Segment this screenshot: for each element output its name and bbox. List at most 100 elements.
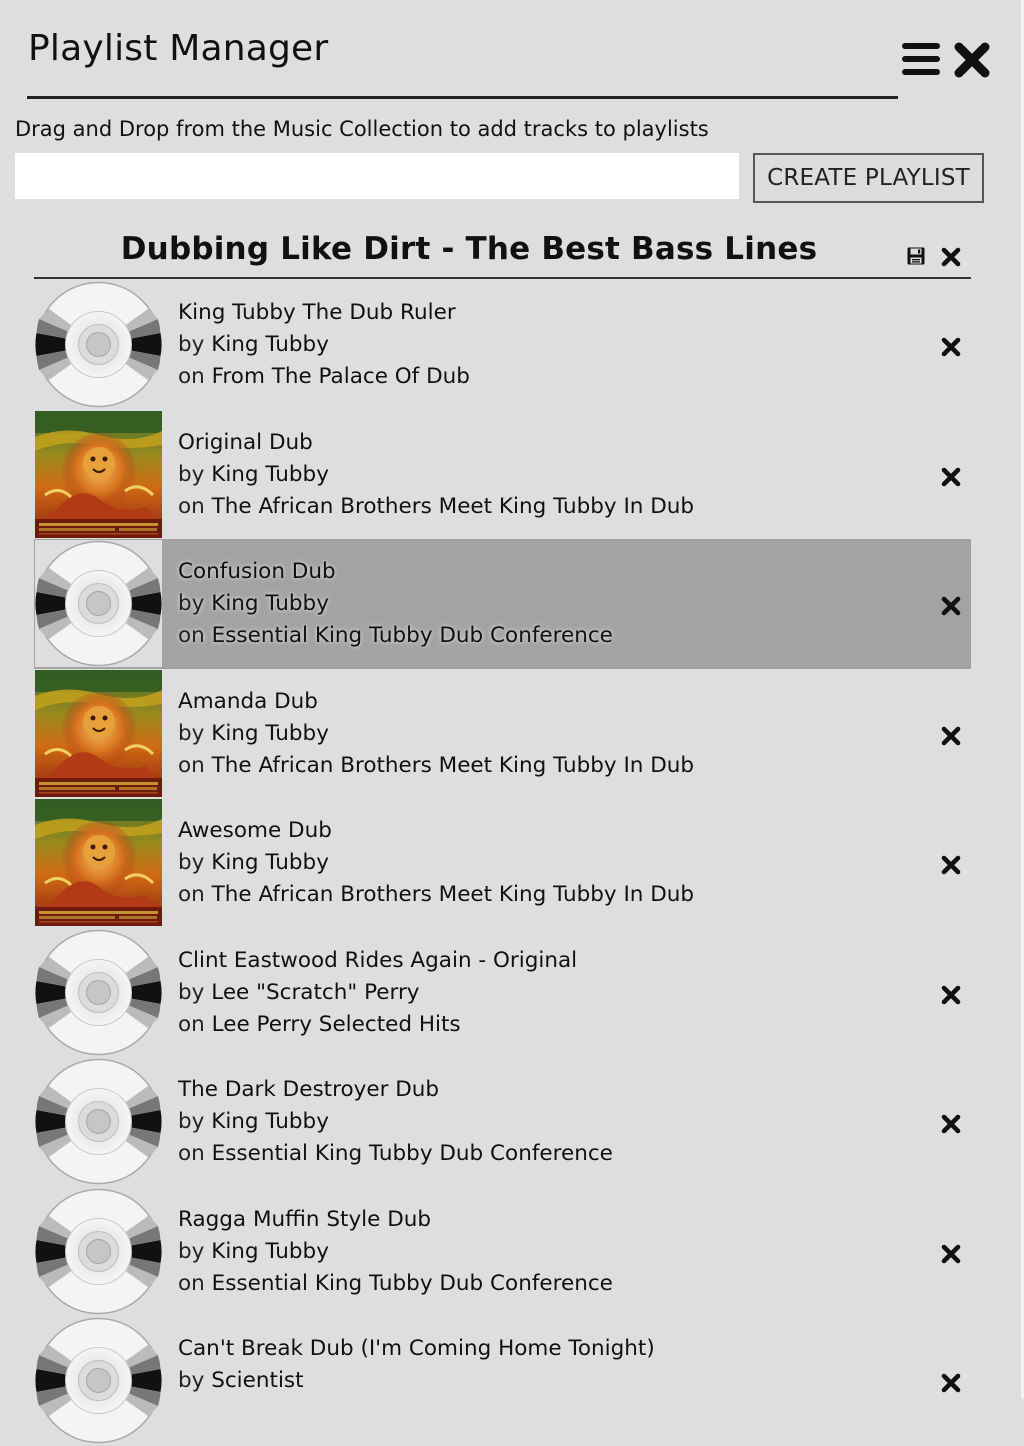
track-info: King Tubby The Dub Ruler by King Tubby on … [178, 297, 470, 393]
track-artist-line: by Scientist [178, 1365, 655, 1397]
track-title: Awesome Dub [178, 818, 332, 843]
remove-track-icon[interactable] [941, 855, 961, 875]
track-artist-line: by Lee "Scratch" Perry [178, 977, 577, 1009]
track-artist: King Tubby [211, 1109, 329, 1134]
track-artist-line: by King Tubby [178, 329, 470, 361]
track-row[interactable]: Confusion Dub by King Tubby on Essential K… [34, 539, 971, 669]
on-prefix: on [178, 752, 205, 778]
playlist-title: Dubbing Like Dirt - The Best Bass Lines [120, 231, 818, 267]
track-artist: Scientist [211, 1368, 304, 1393]
track-row[interactable]: Awesome Dub by King Tubby on The African B… [34, 798, 971, 928]
remove-track-icon[interactable] [941, 337, 961, 357]
track-artist-line: by King Tubby [178, 1106, 613, 1138]
album-cover-art [35, 799, 162, 926]
track-album: The African Brothers Meet King Tubby In … [211, 882, 695, 907]
on-prefix: on [178, 1141, 205, 1166]
track-title: King Tubby The Dub Ruler [178, 300, 456, 325]
track-artist: King Tubby [211, 591, 329, 616]
track-row[interactable]: King Tubby The Dub Ruler by King Tubby on … [34, 280, 971, 410]
on-prefix: on [178, 1011, 205, 1037]
remove-track-icon[interactable] [941, 1373, 961, 1393]
menu-bar [902, 69, 940, 75]
track-row[interactable]: Clint Eastwood Rides Again - Original by … [34, 928, 971, 1058]
track-artist-line: by King Tubby [178, 459, 694, 491]
track-row[interactable]: Ragga Muffin Style Dub by King Tubby on Es… [34, 1187, 971, 1317]
track-info: Original Dub by King Tubby on The African … [178, 427, 694, 523]
track-info: Can't Break Dub (I'm Coming Home Tonight… [178, 1333, 655, 1397]
track-artist: King Tubby [211, 720, 329, 746]
remove-track-icon[interactable] [941, 985, 961, 1005]
floppy-disk-save-icon[interactable] [906, 246, 926, 266]
track-album-line: on Essential King Tubby Dub Conference [178, 1268, 613, 1300]
cd-disc-icon [35, 540, 162, 667]
hamburger-menu-icon[interactable] [902, 42, 942, 76]
track-album: The African Brothers Meet King Tubby In … [211, 493, 695, 519]
cd-disc-icon [35, 1187, 162, 1315]
track-info: The Dark Destroyer Dub by King Tubby on Es… [178, 1074, 613, 1170]
track-artist: King Tubby [211, 461, 329, 487]
on-prefix: on [178, 364, 205, 389]
track-info: Ragga Muffin Style Dub by King Tubby on Es… [178, 1204, 613, 1300]
by-prefix: by [178, 591, 205, 616]
track-album-line: on Lee Perry Selected Hits [178, 1009, 577, 1041]
remove-track-icon[interactable] [941, 1244, 961, 1264]
track-title: Can't Break Dub (I'm Coming Home Tonight… [178, 1336, 655, 1361]
track-artist-line: by King Tubby [178, 847, 694, 879]
by-prefix: by [178, 1368, 205, 1393]
track-artist: King Tubby [211, 1238, 329, 1264]
album-cover-art [35, 669, 162, 797]
remove-track-icon[interactable] [941, 726, 961, 746]
remove-track-icon[interactable] [941, 467, 961, 487]
by-prefix: by [178, 979, 205, 1005]
track-title: Confusion Dub [178, 559, 336, 584]
create-playlist-button[interactable]: CREATE PLAYLIST [753, 153, 984, 203]
track-artist: King Tubby [211, 332, 329, 357]
playlist-divider [34, 277, 971, 279]
track-artist-line: by King Tubby [178, 718, 694, 750]
track-album: From The Palace Of Dub [211, 364, 470, 389]
track-title: Ragga Muffin Style Dub [178, 1206, 432, 1232]
track-row[interactable]: Can't Break Dub (I'm Coming Home Tonight… [34, 1316, 971, 1446]
track-album-line: on Essential King Tubby Dub Conference [178, 1138, 613, 1170]
remove-track-icon[interactable] [941, 596, 961, 616]
track-album: Lee Perry Selected Hits [211, 1011, 461, 1037]
track-row[interactable]: Amanda Dub by King Tubby on The African Br… [34, 669, 971, 799]
track-album-line: on Essential King Tubby Dub Conference [178, 620, 613, 652]
track-row[interactable]: Original Dub by King Tubby on The African … [34, 410, 971, 540]
track-info: Confusion Dub by King Tubby on Essential K… [178, 556, 613, 652]
by-prefix: by [178, 1238, 205, 1264]
cd-disc-icon [35, 1058, 162, 1185]
by-prefix: by [178, 461, 205, 487]
track-title: Clint Eastwood Rides Again - Original [178, 947, 578, 973]
page-title: Playlist Manager [28, 28, 329, 69]
drag-drop-hint: Drag and Drop from the Music Collection … [15, 117, 709, 141]
playlist-name-input[interactable] [15, 153, 739, 199]
track-title: Amanda Dub [178, 688, 318, 714]
track-info: Amanda Dub by King Tubby on The African Br… [178, 686, 694, 782]
on-prefix: on [178, 882, 205, 907]
remove-track-icon[interactable] [941, 1114, 961, 1134]
close-icon[interactable] [952, 40, 992, 80]
track-album: Essential King Tubby Dub Conference [211, 1270, 613, 1296]
track-artist: Lee "Scratch" Perry [211, 979, 420, 1005]
by-prefix: by [178, 332, 205, 357]
album-cover-art [35, 410, 162, 538]
track-album: Essential King Tubby Dub Conference [211, 1141, 613, 1166]
track-artist-line: by King Tubby [178, 588, 613, 620]
track-album-line: on The African Brothers Meet King Tubby … [178, 491, 694, 523]
track-artist: King Tubby [211, 850, 329, 875]
on-prefix: on [178, 1270, 205, 1296]
cd-disc-icon [35, 928, 162, 1056]
delete-playlist-icon[interactable] [941, 247, 961, 267]
cd-disc-icon [35, 1317, 162, 1444]
on-prefix: on [178, 623, 205, 648]
by-prefix: by [178, 720, 205, 746]
track-info: Clint Eastwood Rides Again - Original by … [178, 945, 577, 1041]
track-list: King Tubby The Dub Ruler by King Tubby on … [34, 280, 971, 1446]
track-album-line: on From The Palace Of Dub [178, 361, 470, 393]
track-artist-line: by King Tubby [178, 1236, 613, 1268]
menu-bar [902, 56, 940, 62]
track-row[interactable]: The Dark Destroyer Dub by King Tubby on Es… [34, 1057, 971, 1187]
cd-disc-icon [35, 281, 162, 408]
by-prefix: by [178, 1109, 205, 1134]
